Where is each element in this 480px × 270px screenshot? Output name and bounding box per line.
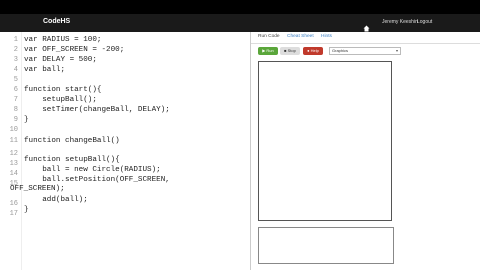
line-number: 1 (13, 36, 18, 44)
graphics-canvas[interactable] (258, 61, 392, 221)
code-line[interactable]: add(ball); (24, 196, 88, 204)
mode-select-value: Graphics (332, 48, 349, 53)
line-number: 3 (13, 56, 18, 64)
code-line[interactable]: function start(){ (24, 86, 101, 94)
tab-cheat-sheet[interactable]: Cheat Sheet (287, 34, 314, 39)
line-number: 12 (9, 150, 18, 158)
chevron-down-icon: ▾ (395, 48, 398, 53)
code-line[interactable]: var ball; (24, 66, 65, 74)
user-name[interactable]: Jeremy Keeshin (382, 19, 418, 25)
run-toolbar: ▶ Run ■ Stop ● Help Graphics ▾ (251, 45, 480, 56)
line-number: 11 (9, 137, 18, 145)
mode-select[interactable]: Graphics ▾ (329, 47, 401, 55)
output-console[interactable] (258, 227, 394, 264)
line-number: 9 (13, 116, 18, 124)
code-line[interactable]: setupBall(); (24, 96, 97, 104)
code-line[interactable]: OFF_SCREEN); (10, 185, 65, 193)
stop-button[interactable]: ■ Stop (280, 47, 300, 55)
code-line[interactable]: } (24, 116, 29, 124)
code-line[interactable]: var RADIUS = 100; (24, 36, 101, 44)
home-icon[interactable] (363, 19, 370, 32)
code-line[interactable]: function setupBall(){ (24, 156, 120, 164)
code-editor[interactable]: 1 2 3 4 5 6 7 8 9 10 11 12 13 14 15 16 1… (0, 32, 250, 270)
code-line[interactable]: } (24, 206, 29, 214)
code-line[interactable]: var OFF_SCREEN = -200; (24, 46, 124, 54)
line-number: 16 (9, 200, 18, 208)
line-number: 8 (13, 106, 18, 114)
line-number: 10 (9, 126, 18, 134)
tab-run-code[interactable]: Run Code (258, 34, 280, 39)
line-number: 4 (13, 66, 18, 74)
code-line[interactable]: ball.setPosition(OFF_SCREEN, (24, 176, 170, 184)
line-number: 14 (9, 170, 18, 178)
panel-tabs: Run Code Cheat Sheet Hints (251, 32, 480, 44)
code-line-cursor[interactable]: function changeBall() (24, 137, 120, 145)
line-number: 7 (13, 96, 18, 104)
code-line[interactable]: ball = new Circle(RADIUS); (24, 166, 161, 174)
line-number: 13 (9, 160, 18, 168)
code-line[interactable]: setTimer(changeBall, DELAY); (24, 106, 170, 114)
run-button[interactable]: ▶ Run (258, 47, 278, 55)
line-number: 17 (9, 210, 18, 218)
line-number-gutter: 1 2 3 4 5 6 7 8 9 10 11 12 13 14 15 16 1… (0, 32, 22, 270)
output-panel: Run Code Cheat Sheet Hints ▶ Run ■ Stop … (251, 32, 480, 270)
code-line[interactable]: var DELAY = 500; (24, 56, 97, 64)
tab-hints[interactable]: Hints (321, 34, 332, 39)
app-frame: CodeHS Jeremy Keeshin Logout 1 2 3 4 5 6… (0, 0, 480, 270)
line-number: 5 (13, 76, 18, 84)
top-navbar: CodeHS Jeremy Keeshin Logout (0, 14, 480, 32)
line-number: 2 (13, 46, 18, 54)
line-number: 6 (13, 86, 18, 94)
help-button[interactable]: ● Help (303, 47, 323, 55)
codehs-logo[interactable]: CodeHS (43, 18, 70, 25)
logout-link[interactable]: Logout (417, 19, 432, 25)
